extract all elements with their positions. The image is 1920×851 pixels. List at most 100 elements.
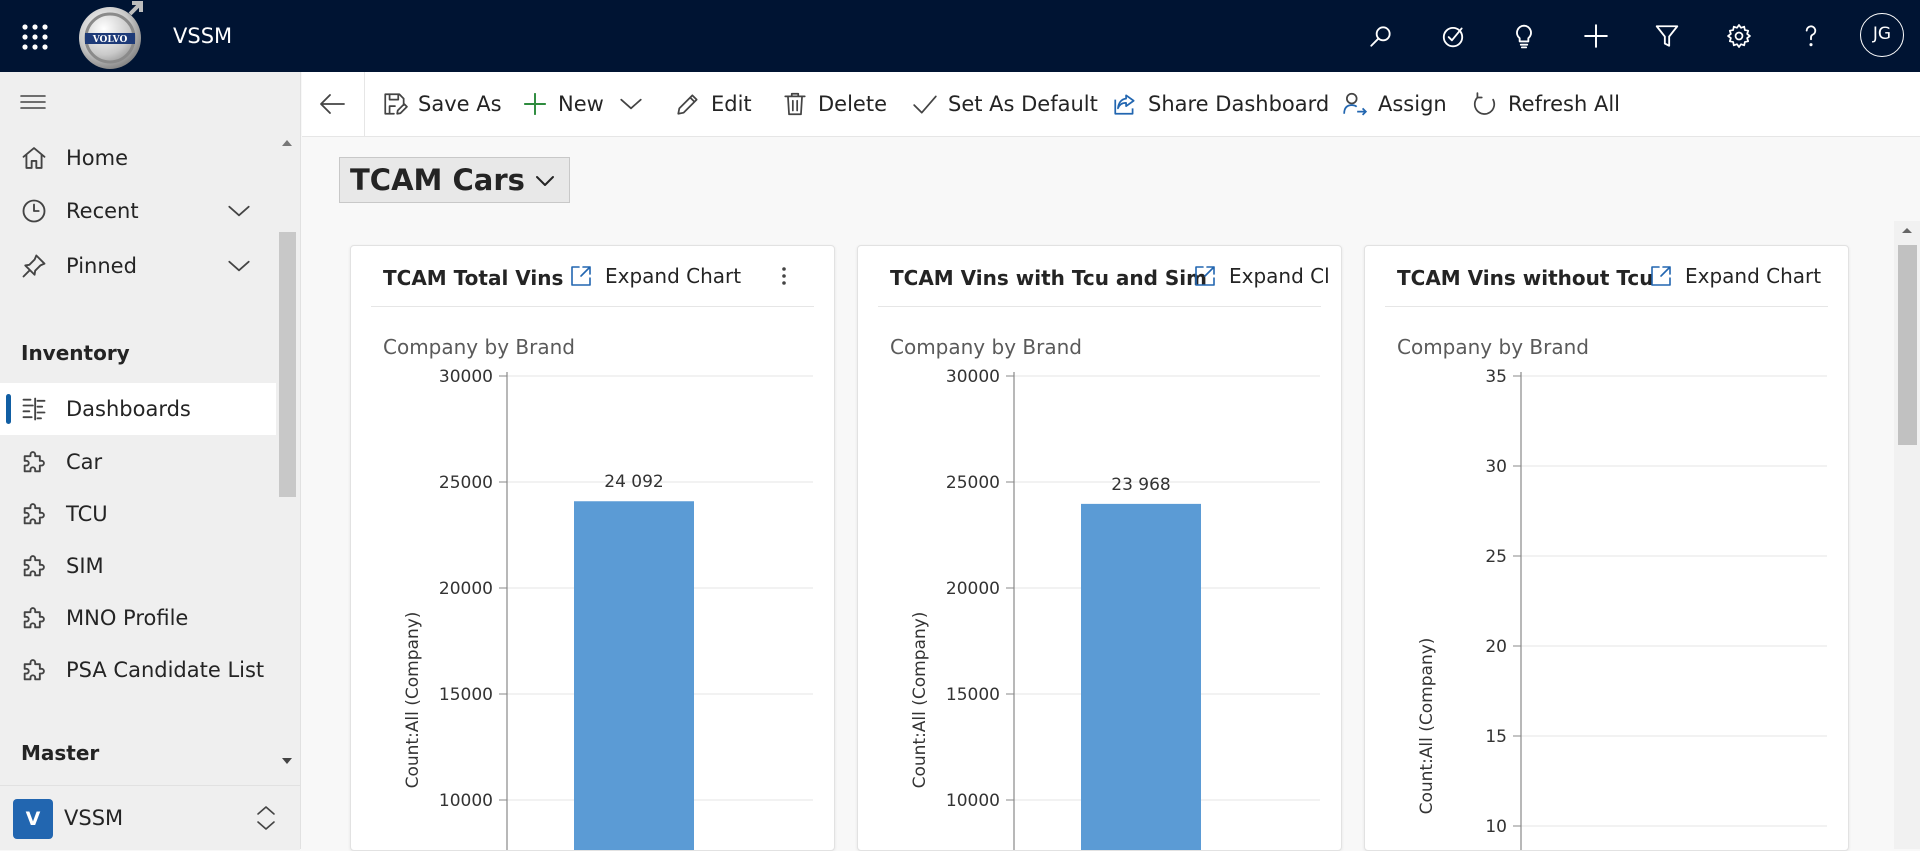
trash-icon xyxy=(784,92,806,116)
sidebar-item-label: MNO Profile xyxy=(66,606,189,630)
app-name[interactable]: VSSM xyxy=(173,24,232,48)
share-dashboard-button[interactable]: Share Dashboard xyxy=(1112,86,1329,122)
sidebar-item-home[interactable]: Home xyxy=(0,132,276,184)
sidebar-item-pinned[interactable]: Pinned xyxy=(0,240,276,292)
area-switcher[interactable]: V VSSM xyxy=(0,785,300,850)
share-icon xyxy=(1114,94,1135,115)
expand-chart-button[interactable]: Expand Chart xyxy=(1649,260,1821,292)
save-as-icon xyxy=(384,93,408,115)
app-launcher-icon[interactable] xyxy=(20,22,50,52)
y-tick-label: 20000 xyxy=(439,579,493,599)
back-arrow-icon[interactable] xyxy=(318,90,348,118)
area-label: VSSM xyxy=(64,806,124,830)
checkmark-icon xyxy=(913,95,937,114)
card-title: TCAM Vins with Tcu and Sim xyxy=(890,266,1208,290)
command-bar: Save As New Edit Delete Set As Default S… xyxy=(302,72,1920,137)
settings-icon[interactable] xyxy=(1721,18,1757,54)
y-tick-label: 10000 xyxy=(946,791,1000,811)
filter-icon[interactable] xyxy=(1649,18,1685,54)
lightbulb-icon[interactable] xyxy=(1506,18,1542,54)
chevron-down-icon xyxy=(535,176,554,186)
new-button[interactable]: New xyxy=(522,86,604,122)
card-title: TCAM Vins without Tcu xyxy=(1397,266,1654,290)
assign-button[interactable]: Assign xyxy=(1342,86,1447,122)
save-as-label: Save As xyxy=(418,92,502,116)
y-tick-label: 10000 xyxy=(439,791,493,811)
chevron-down-icon xyxy=(620,98,642,110)
card-header: TCAM Vins with Tcu and Sim Expand Cl xyxy=(858,246,1341,306)
chevron-down-icon[interactable] xyxy=(226,253,252,279)
y-tick-label: 20000 xyxy=(946,579,1000,599)
new-dropdown-chevron[interactable] xyxy=(618,86,654,122)
sidebar-item-label: SIM xyxy=(66,554,104,578)
refresh-all-label: Refresh All xyxy=(1508,92,1621,116)
edit-button[interactable]: Edit xyxy=(675,86,752,122)
puzzle-icon xyxy=(20,656,48,684)
card-header: TCAM Vins without Tcu Expand Chart xyxy=(1365,246,1848,306)
expand-chart-label: Expand Cl xyxy=(1229,264,1330,288)
y-tick-label: 30000 xyxy=(439,367,493,387)
plus-icon xyxy=(524,93,546,115)
delete-label: Delete xyxy=(818,92,887,116)
card-title: TCAM Total Vins xyxy=(383,266,564,290)
y-tick-label: 30 xyxy=(1485,457,1507,477)
expand-chart-label: Expand Chart xyxy=(605,264,742,288)
divider xyxy=(364,72,365,136)
home-icon xyxy=(20,144,48,172)
y-tick-label: 30000 xyxy=(946,367,1000,387)
sidebar-item-psa-candidate-list[interactable]: PSA Candidate List xyxy=(0,644,276,696)
bar-chart[interactable]: 10 15 20 25 30 35 Count:All (Company) xyxy=(1365,356,1848,850)
y-tick-label: 35 xyxy=(1485,367,1507,387)
expand-icon xyxy=(1651,266,1671,286)
bar xyxy=(574,501,694,850)
top-navigation-bar: VOLVO VSSM JG xyxy=(0,0,1920,72)
y-tick-label: 20 xyxy=(1485,637,1507,657)
save-as-button[interactable]: Save As xyxy=(382,86,502,122)
edit-label: Edit xyxy=(711,92,752,116)
y-tick-label: 15000 xyxy=(946,685,1000,705)
svg-text:VOLVO: VOLVO xyxy=(92,35,128,45)
bar-chart[interactable]: 10000 15000 20000 25000 30000 Count:All (Comp… xyxy=(858,356,1341,850)
sidebar-item-recent[interactable]: Recent xyxy=(0,185,276,237)
delete-button[interactable]: Delete xyxy=(782,86,887,122)
sidebar-scrollbar-thumb[interactable] xyxy=(279,232,296,497)
puzzle-icon xyxy=(20,604,48,632)
assign-label: Assign xyxy=(1378,92,1447,116)
expand-chart-button[interactable]: Expand Cl xyxy=(1193,260,1330,292)
sidebar-item-label: PSA Candidate List xyxy=(66,658,265,682)
y-tick-label: 25000 xyxy=(946,473,1000,493)
sidebar-item-dashboards[interactable]: Dashboards xyxy=(0,383,276,435)
task-flow-icon[interactable] xyxy=(1435,18,1471,54)
bar-chart[interactable]: 10000 15000 20000 25000 30000 Count:All (Comp… xyxy=(351,356,834,850)
user-avatar[interactable]: JG xyxy=(1860,13,1904,57)
chevron-down-icon[interactable] xyxy=(226,198,252,224)
plus-icon[interactable] xyxy=(1578,18,1614,54)
y-tick-label: 15000 xyxy=(439,685,493,705)
sidebar-item-mno-profile[interactable]: MNO Profile xyxy=(0,592,276,644)
search-icon[interactable] xyxy=(1363,18,1399,54)
page-scrollbar-thumb[interactable] xyxy=(1898,245,1917,445)
divider xyxy=(371,306,814,307)
puzzle-icon xyxy=(20,448,48,476)
expand-chart-button[interactable]: Expand Chart xyxy=(569,260,741,292)
refresh-all-button[interactable]: Refresh All xyxy=(1472,86,1620,122)
puzzle-icon xyxy=(20,552,48,580)
dashboard-selector[interactable]: TCAM Cars xyxy=(339,157,570,203)
sidebar-item-sim[interactable]: SIM xyxy=(0,540,276,592)
pencil-icon xyxy=(677,94,698,115)
chart-card: TCAM Total Vins Expand Chart Company by … xyxy=(350,245,835,851)
help-icon[interactable] xyxy=(1793,18,1829,54)
chevron-up-down-icon[interactable] xyxy=(253,802,279,834)
set-as-default-label: Set As Default xyxy=(948,92,1098,116)
sidebar-item-tcu[interactable]: TCU xyxy=(0,488,276,540)
sidebar-item-car[interactable]: Car xyxy=(0,436,276,488)
volvo-logo[interactable]: VOLVO xyxy=(74,0,146,72)
sidebar-item-label: TCU xyxy=(66,502,108,526)
new-label: New xyxy=(558,92,604,116)
set-as-default-button[interactable]: Set As Default xyxy=(912,86,1098,122)
divider xyxy=(878,306,1321,307)
y-tick-label: 25000 xyxy=(439,473,493,493)
hamburger-menu-icon[interactable] xyxy=(20,92,46,112)
section-title-master: Master xyxy=(21,741,100,765)
more-options-icon[interactable] xyxy=(771,262,797,290)
